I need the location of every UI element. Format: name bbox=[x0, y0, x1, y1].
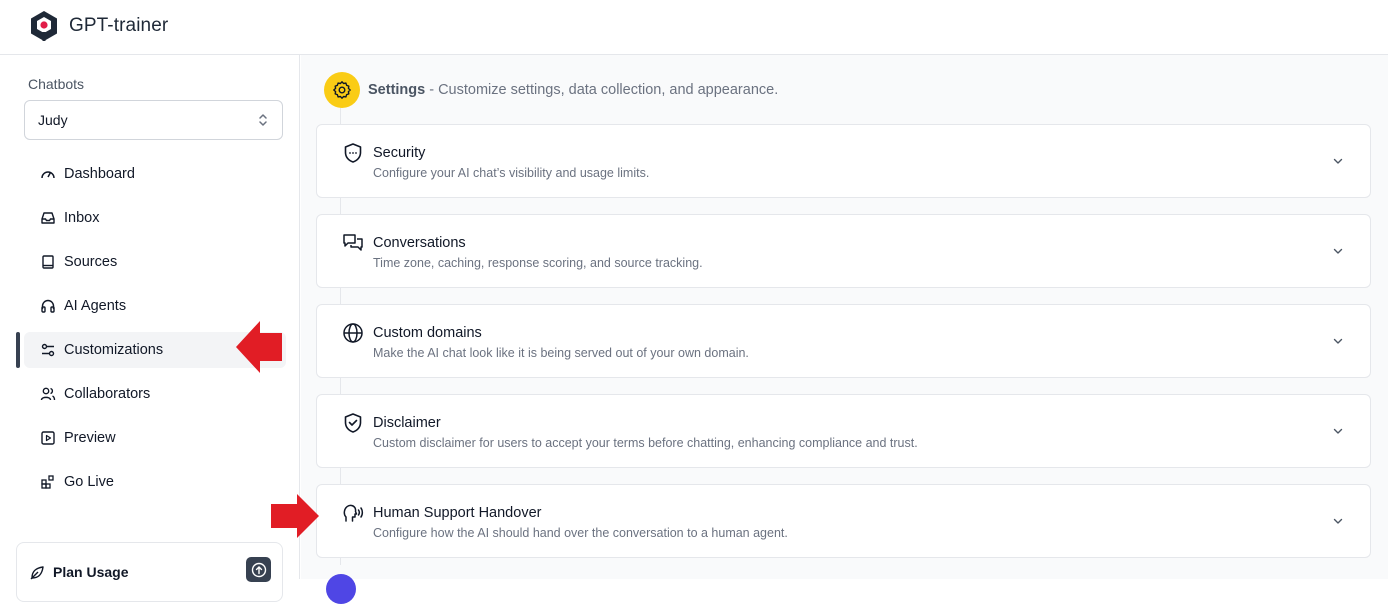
arrow-up-circle-icon bbox=[251, 562, 266, 577]
section-title: Settings bbox=[368, 82, 426, 98]
chevron-up-down-icon bbox=[259, 114, 267, 126]
plan-usage-card[interactable]: Plan Usage bbox=[16, 542, 283, 602]
red-arrow-right-annotation bbox=[271, 494, 319, 538]
sidebar-item-inbox[interactable]: Inbox bbox=[24, 200, 286, 236]
logo-icon bbox=[31, 11, 57, 41]
card-title: Conversations bbox=[373, 235, 466, 251]
headphones-icon bbox=[41, 299, 55, 313]
sidebar-item-label: AI Agents bbox=[64, 298, 127, 314]
blocks-icon bbox=[41, 475, 54, 489]
sidebar: Chatbots Judy Dashboard Inbox Sources AI… bbox=[0, 55, 300, 602]
chevron-down-icon[interactable] bbox=[1332, 245, 1344, 257]
main-content: Settings - Customize settings, data coll… bbox=[301, 55, 1388, 604]
card-human-support-handover[interactable]: Human Support Handover Configure how the… bbox=[316, 484, 1371, 558]
brand[interactable]: GPT-trainer bbox=[27, 9, 168, 43]
sidebar-item-collaborators[interactable]: Collaborators bbox=[24, 376, 286, 412]
app-name: GPT-trainer bbox=[69, 15, 169, 36]
play-square-icon bbox=[41, 431, 55, 445]
card-description: Configure how the AI should hand over th… bbox=[373, 526, 788, 540]
inbox-icon bbox=[41, 212, 55, 224]
sidebar-item-dashboard[interactable]: Dashboard bbox=[24, 156, 286, 192]
card-description: Custom disclaimer for users to accept yo… bbox=[373, 436, 918, 450]
sidebar-item-label: Collaborators bbox=[64, 386, 151, 402]
chatbot-select[interactable]: Judy bbox=[24, 100, 283, 140]
sidebar-item-ai-agents[interactable]: AI Agents bbox=[24, 288, 286, 324]
globe-icon bbox=[343, 323, 363, 343]
sidebar-item-label: Customizations bbox=[64, 342, 164, 358]
book-icon bbox=[42, 255, 54, 269]
sidebar-item-label: Dashboard bbox=[64, 166, 135, 182]
card-description: Configure your AI chat’s visibility and … bbox=[373, 166, 650, 180]
section-header: Settings - Customize settings, data coll… bbox=[368, 82, 778, 98]
sidebar-item-label: Preview bbox=[64, 430, 116, 446]
section-subtitle: - Customize settings, data collection, a… bbox=[425, 82, 779, 98]
chatbot-select-value: Judy bbox=[38, 112, 68, 128]
top-bar: GPT-trainer bbox=[0, 0, 1388, 55]
shield-icon bbox=[344, 143, 362, 163]
card-conversations[interactable]: Conversations Time zone, caching, respon… bbox=[316, 214, 1371, 288]
active-indicator bbox=[16, 332, 20, 368]
upgrade-button[interactable] bbox=[246, 557, 271, 582]
speaking-head-icon bbox=[343, 504, 364, 522]
red-arrow-left-annotation bbox=[236, 321, 282, 373]
card-title: Human Support Handover bbox=[373, 505, 542, 521]
settings-badge bbox=[324, 72, 360, 108]
shield-check-icon bbox=[344, 413, 362, 433]
sliders-icon bbox=[41, 343, 55, 357]
sidebar-item-preview[interactable]: Preview bbox=[24, 420, 286, 456]
sidebar-item-go-live[interactable]: Go Live bbox=[24, 464, 286, 500]
chevron-down-icon[interactable] bbox=[1332, 335, 1344, 347]
chevron-down-icon[interactable] bbox=[1332, 515, 1344, 527]
users-icon bbox=[40, 387, 56, 401]
card-description: Time zone, caching, response scoring, an… bbox=[373, 256, 703, 270]
sidebar-item-sources[interactable]: Sources bbox=[24, 244, 286, 280]
card-description: Make the AI chat look like it is being s… bbox=[373, 346, 749, 360]
chatbots-heading: Chatbots bbox=[28, 76, 85, 92]
card-security[interactable]: Security Configure your AI chat’s visibi… bbox=[316, 124, 1371, 198]
card-title: Custom domains bbox=[373, 325, 482, 341]
plan-usage-label: Plan Usage bbox=[53, 564, 129, 580]
card-title: Disclaimer bbox=[373, 415, 441, 431]
card-custom-domains[interactable]: Custom domains Make the AI chat look lik… bbox=[316, 304, 1371, 378]
sidebar-item-label: Inbox bbox=[64, 210, 100, 226]
sidebar-item-label: Go Live bbox=[64, 474, 114, 490]
card-disclaimer[interactable]: Disclaimer Custom disclaimer for users t… bbox=[316, 394, 1371, 468]
chevron-down-icon[interactable] bbox=[1332, 155, 1344, 167]
card-title: Security bbox=[373, 145, 426, 161]
chevron-down-icon[interactable] bbox=[1332, 425, 1344, 437]
chat-bubbles-icon bbox=[343, 234, 363, 251]
sidebar-item-label: Sources bbox=[64, 254, 118, 270]
gear-icon bbox=[333, 81, 351, 99]
gauge-icon bbox=[41, 171, 55, 179]
